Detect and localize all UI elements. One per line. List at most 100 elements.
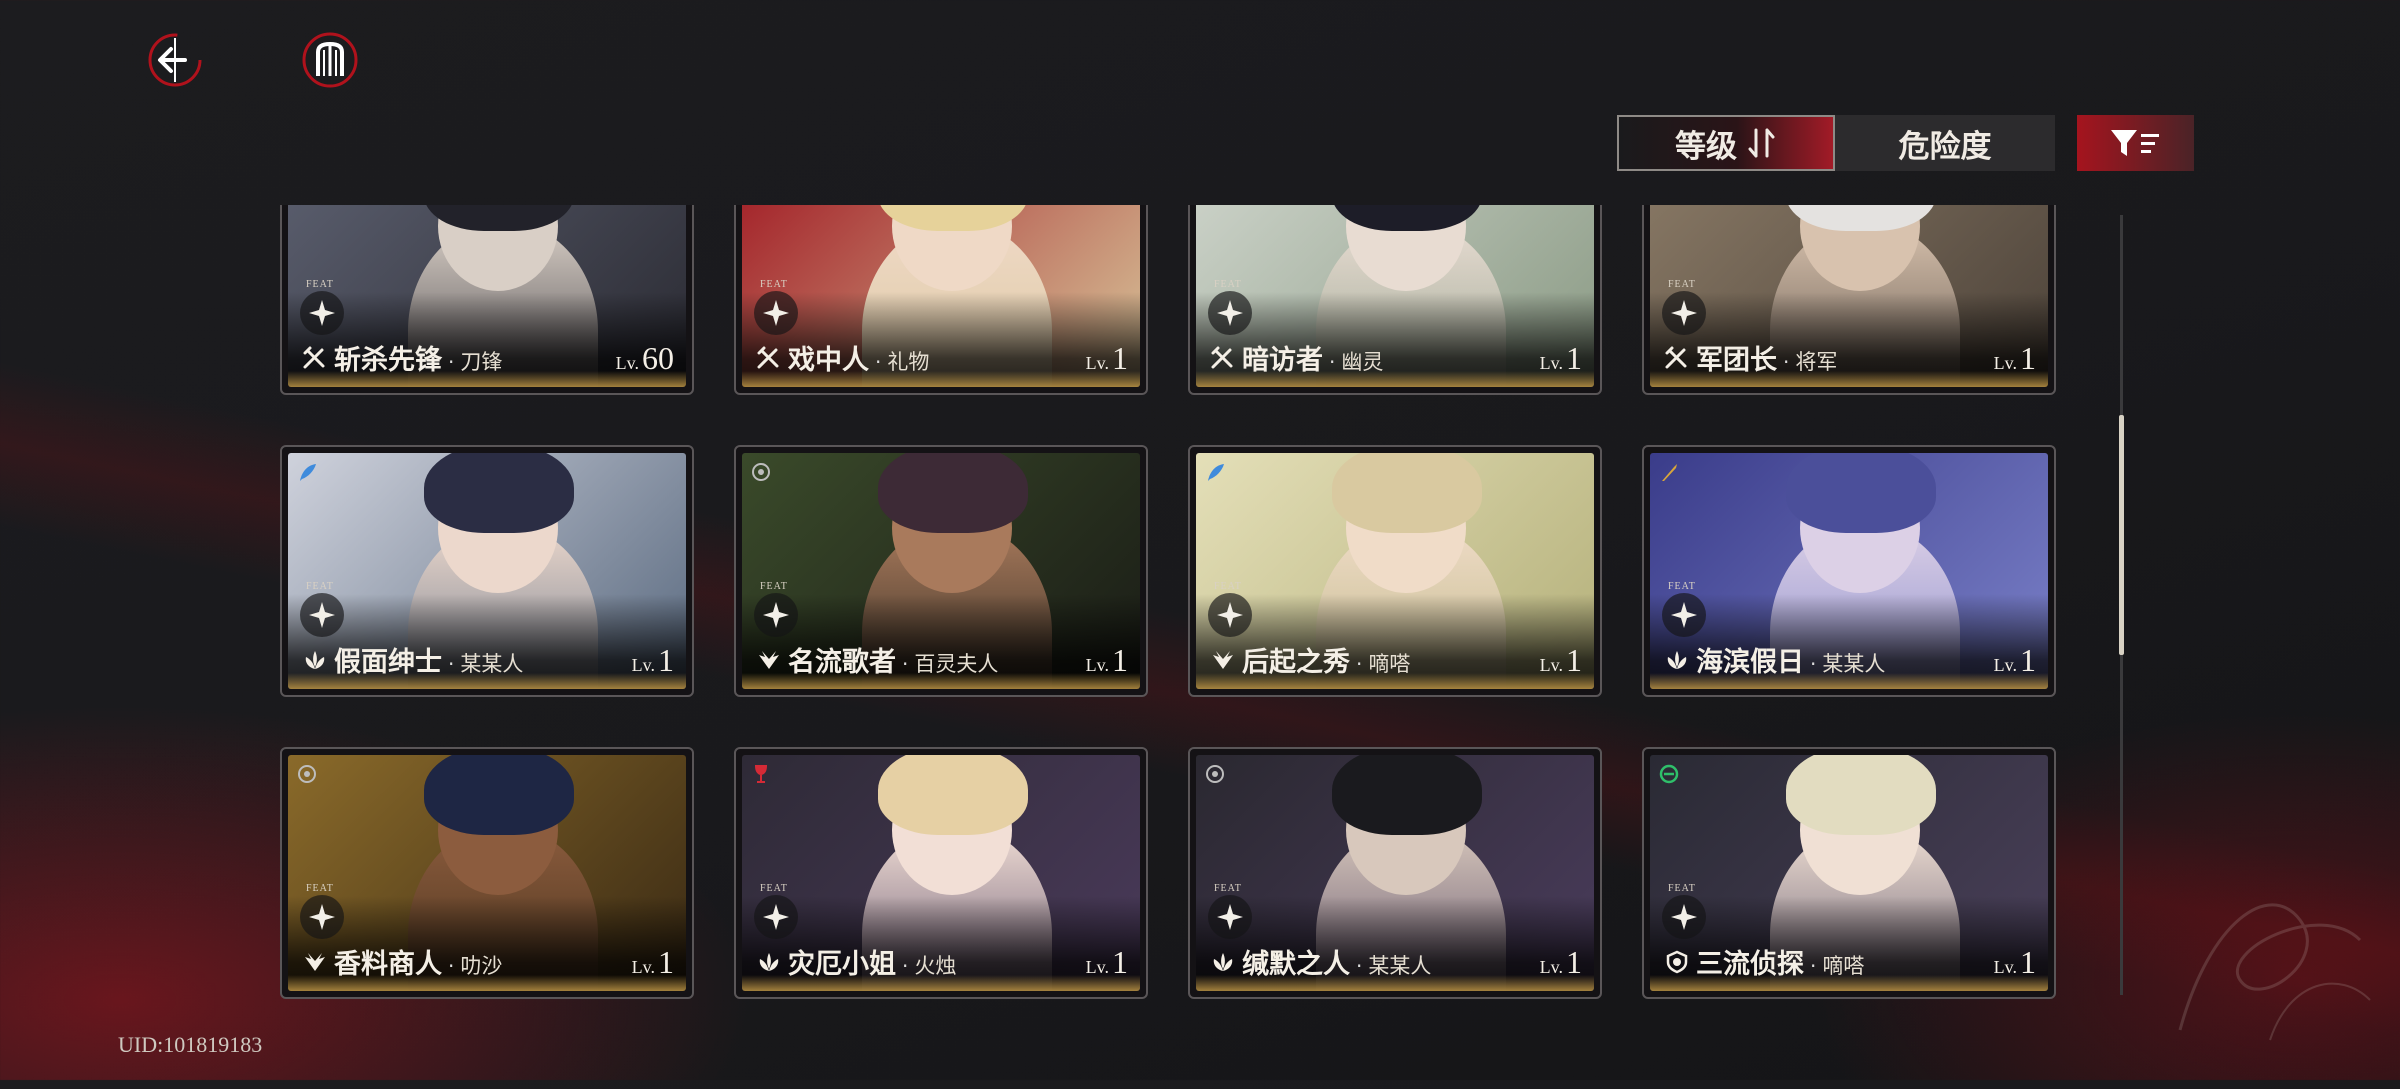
name-separator: ·	[448, 652, 455, 676]
character-card[interactable]: FEAT 香料商人 · 叻沙 Lv. 1	[280, 747, 694, 999]
character-name: 斩杀先锋	[334, 345, 442, 376]
feat-label: FEAT	[1668, 883, 1696, 894]
sort-by-level-button[interactable]: 等级	[1617, 115, 1835, 171]
feat-star-icon	[754, 291, 798, 335]
filter-icon	[2110, 130, 2159, 156]
level-display: Lv. 1	[1994, 340, 2036, 377]
character-card[interactable]: FEAT 斩杀先锋 · 刀锋 Lv. 60	[280, 205, 694, 395]
filter-button[interactable]	[2077, 115, 2194, 171]
level-value: 1	[1566, 642, 1582, 678]
character-card[interactable]: FEAT 后起之秀 · 嘀嗒 Lv. 1	[1188, 445, 1602, 697]
name-separator: ·	[448, 350, 455, 374]
level-value: 1	[2020, 642, 2036, 678]
feat-emblem: FEAT	[300, 279, 344, 335]
character-title: 某某人	[1368, 954, 1432, 978]
level-prefix: Lv.	[1993, 655, 2017, 675]
level-value: 1	[1112, 642, 1128, 678]
sort-by-danger-button[interactable]: 危险度	[1835, 115, 2055, 171]
portrait-hair	[1786, 755, 1936, 835]
feat-label: FEAT	[760, 581, 788, 592]
wine-badge-icon	[754, 765, 768, 783]
character-title: 幽灵	[1341, 350, 1384, 374]
card-name-row: 后起之秀 · 嘀嗒 Lv. 1	[1210, 640, 1582, 679]
feat-emblem: FEAT	[754, 279, 798, 335]
back-button[interactable]	[145, 30, 205, 90]
feat-emblem: FEAT	[754, 581, 798, 637]
feat-label: FEAT	[1214, 581, 1242, 592]
feat-star-icon	[1662, 895, 1706, 939]
level-display: Lv. 1	[1086, 642, 1128, 679]
name-separator: ·	[448, 954, 455, 978]
blade-icon	[1665, 346, 1687, 368]
character-portrait: FEAT 暗访者 · 幽灵 Lv. 1	[1196, 205, 1594, 387]
lotus-icon	[305, 650, 325, 669]
card-name-row: 军团长 · 将军 Lv. 1	[1664, 338, 2036, 377]
level-prefix: Lv.	[1539, 957, 1563, 977]
feat-emblem: FEAT	[1662, 581, 1706, 637]
gear-badge-icon	[1206, 765, 1224, 783]
character-portrait: FEAT 军团长 · 将军 Lv. 1	[1650, 205, 2048, 387]
portrait-hair	[1332, 755, 1482, 835]
scrollbar-thumb[interactable]	[2119, 415, 2124, 655]
character-portrait: FEAT 名流歌者 · 百灵夫人 Lv. 1	[742, 453, 1140, 689]
level-value: 1	[2020, 944, 2036, 980]
uid-label: UID:101819183	[118, 1032, 263, 1057]
blade-icon	[1211, 346, 1233, 368]
name-separator: ·	[1810, 954, 1817, 978]
name-separator: ·	[1356, 652, 1363, 676]
feat-label: FEAT	[306, 883, 334, 894]
character-title: 某某人	[1822, 652, 1886, 676]
wings-icon	[1213, 650, 1233, 669]
blade-icon	[303, 346, 325, 368]
character-title: 刀锋	[460, 350, 503, 374]
character-portrait: FEAT 灾厄小姐 · 火烛 Lv. 1	[742, 755, 1140, 991]
character-name: 缄默之人	[1242, 949, 1350, 980]
character-card[interactable]: FEAT 缄默之人 · 某某人 Lv. 1	[1188, 747, 1602, 999]
level-prefix: Lv.	[1539, 655, 1563, 675]
gear-badge-icon	[752, 463, 770, 481]
character-card[interactable]: FEAT 戏中人 · 礼物 Lv. 1	[734, 205, 1148, 395]
portrait-hair	[1332, 453, 1482, 533]
character-name: 军团长	[1696, 345, 1777, 376]
character-name: 香料商人	[334, 949, 442, 980]
level-value: 1	[1112, 340, 1128, 376]
level-value: 1	[1566, 944, 1582, 980]
card-name-row: 戏中人 · 礼物 Lv. 1	[756, 338, 1128, 377]
character-card[interactable]: FEAT 军团长 · 将军 Lv. 1	[1642, 205, 2056, 395]
character-title: 火烛	[914, 954, 957, 978]
level-prefix: Lv.	[1085, 655, 1109, 675]
level-display: Lv. 1	[1540, 944, 1582, 981]
character-title: 某某人	[460, 652, 524, 676]
feat-label: FEAT	[760, 883, 788, 894]
character-card[interactable]: FEAT 假面绅士 · 某某人 Lv. 1	[280, 445, 694, 697]
menu-button[interactable]	[300, 30, 360, 90]
character-card[interactable]: FEAT 暗访者 · 幽灵 Lv. 1	[1188, 205, 1602, 395]
lotus-icon	[1667, 650, 1687, 669]
feat-emblem: FEAT	[1662, 883, 1706, 939]
card-name-row: 三流侦探 · 嘀嗒 Lv. 1	[1664, 942, 2036, 981]
lotus-icon	[759, 952, 779, 971]
character-portrait: FEAT 戏中人 · 礼物 Lv. 1	[742, 205, 1140, 387]
portrait-hair	[424, 453, 574, 533]
level-display: Lv. 1	[1540, 642, 1582, 679]
character-title: 嘀嗒	[1822, 954, 1865, 978]
character-card[interactable]: FEAT 三流侦探 · 嘀嗒 Lv. 1	[1642, 747, 2056, 999]
character-card[interactable]: FEAT 海滨假日 · 某某人 Lv. 1	[1642, 445, 2056, 697]
name-separator: ·	[1356, 954, 1363, 978]
character-card[interactable]: FEAT 灾厄小姐 · 火烛 Lv. 1	[734, 747, 1148, 999]
feat-emblem: FEAT	[300, 883, 344, 939]
character-title: 叻沙	[460, 954, 503, 978]
level-prefix: Lv.	[1085, 353, 1109, 373]
level-display: Lv. 1	[1086, 340, 1128, 377]
card-name-row: 香料商人 · 叻沙 Lv. 1	[302, 942, 674, 981]
feat-emblem: FEAT	[1208, 279, 1252, 335]
character-name: 海滨假日	[1696, 647, 1804, 678]
level-display: Lv. 1	[1994, 944, 2036, 981]
character-card[interactable]: FEAT 名流歌者 · 百灵夫人 Lv. 1	[734, 445, 1148, 697]
level-value: 1	[1112, 944, 1128, 980]
card-name-row: 名流歌者 · 百灵夫人 Lv. 1	[756, 640, 1128, 679]
shield-icon	[1666, 950, 1688, 973]
character-title: 将军	[1795, 350, 1838, 374]
feat-label: FEAT	[306, 279, 334, 290]
name-separator: ·	[1329, 350, 1336, 374]
